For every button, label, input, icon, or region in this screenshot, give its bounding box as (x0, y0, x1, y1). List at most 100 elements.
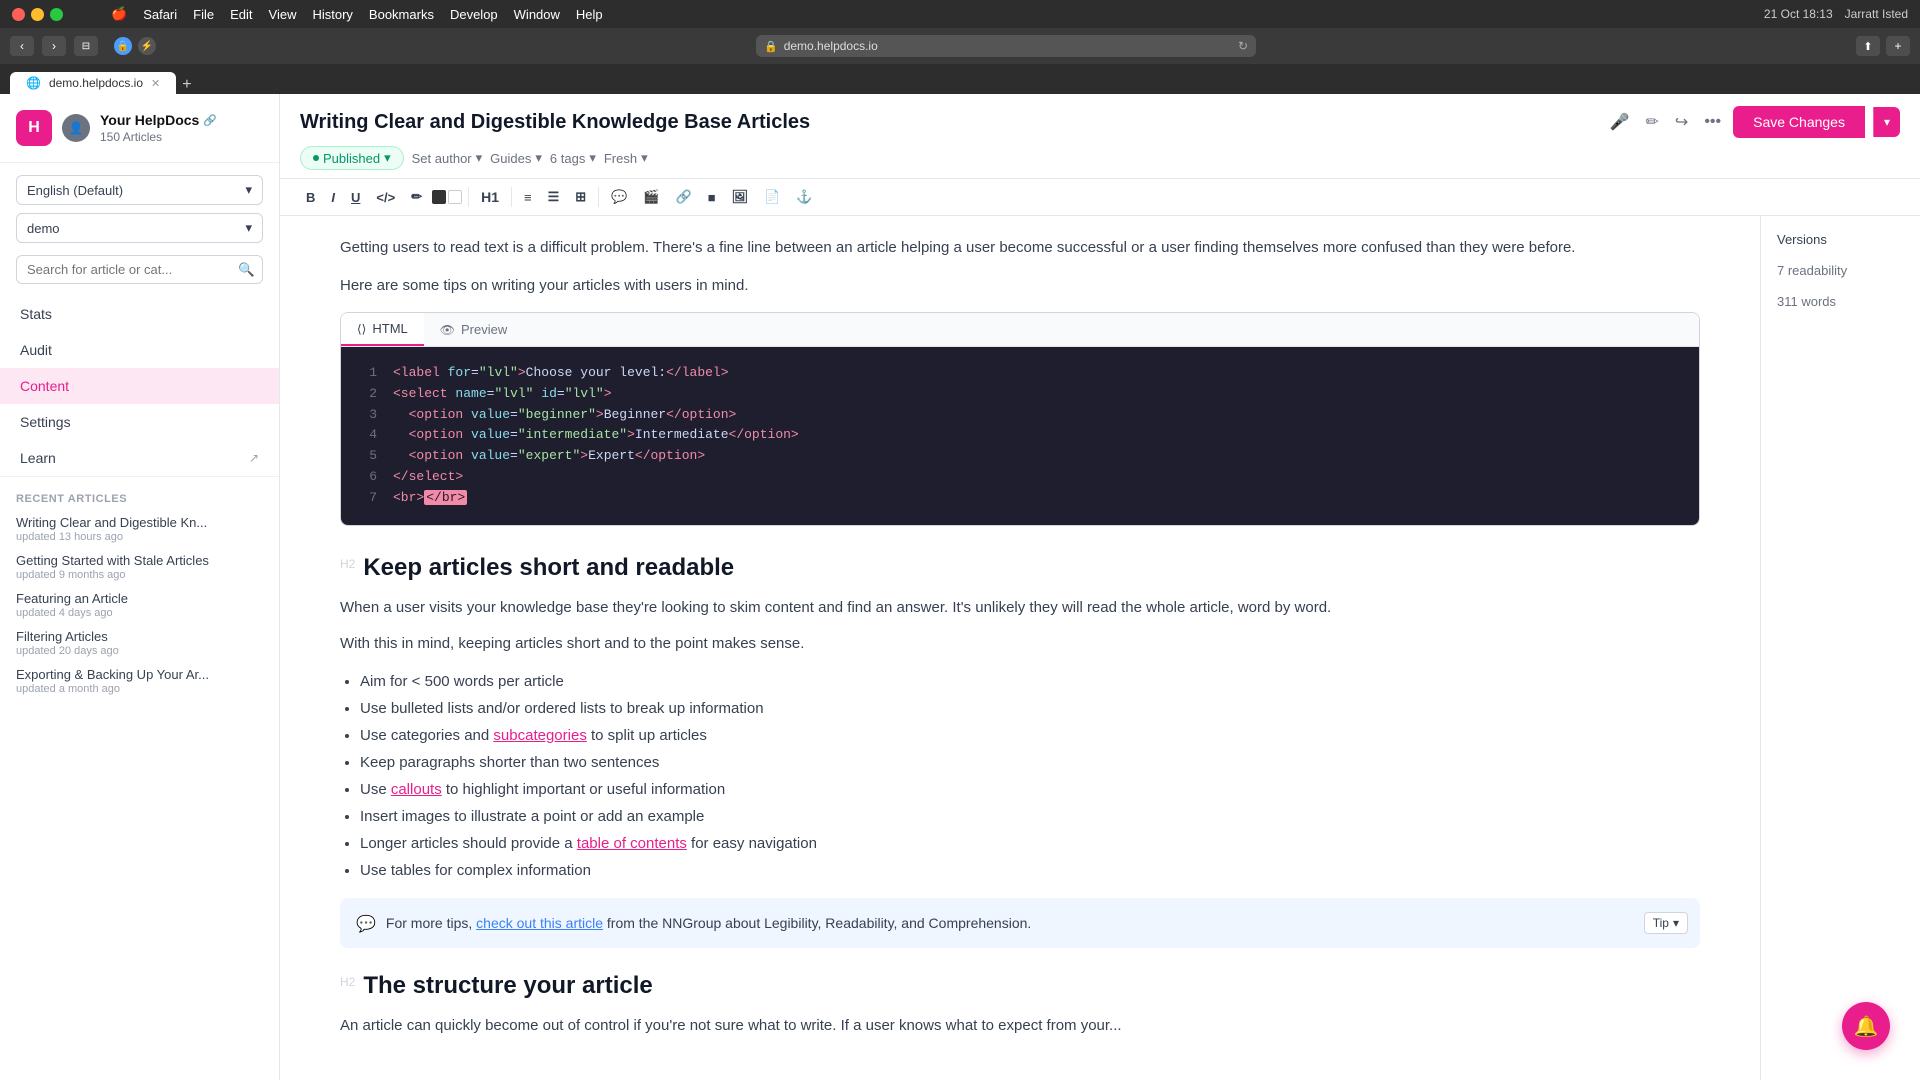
table-button[interactable]: ⊞ (569, 185, 592, 209)
article-title: Writing Clear and Digestible Knowledge B… (300, 111, 810, 134)
toolbar-divider (468, 187, 469, 207)
menu-bookmarks[interactable]: Bookmarks (369, 7, 434, 22)
menu-view[interactable]: View (269, 7, 297, 22)
menu-edit[interactable]: Edit (230, 7, 252, 22)
code-line: 4 <option value="intermediate">Intermedi… (357, 425, 1683, 446)
status-badge[interactable]: Published ▾ (300, 146, 404, 170)
list-item[interactable]: Featuring an Article updated 4 days ago (16, 591, 263, 619)
share-icon[interactable]: ↪ (1671, 108, 1692, 136)
bold-button[interactable]: B (300, 186, 321, 209)
sidebar-toggle[interactable]: ⊟ (74, 36, 98, 56)
sidebar-item-content[interactable]: Content (0, 368, 279, 404)
callout-button[interactable]: 💬 (605, 185, 633, 209)
list-item[interactable]: Writing Clear and Digestible Kn... updat… (16, 515, 263, 543)
microphone-icon[interactable]: 🎤 (1606, 108, 1634, 136)
color-picker[interactable] (432, 190, 462, 204)
heading-button[interactable]: H1 (475, 185, 505, 209)
new-tab-button[interactable]: + (1886, 36, 1910, 56)
browser-toolbar: ‹ › ⊟ 🔒 ⚡ 🔒 demo.helpdocs.io ↻ ⬆ + (0, 28, 1920, 64)
search-button[interactable]: 🔍 (238, 262, 255, 278)
forward-button[interactable]: › (42, 36, 66, 56)
link-button[interactable]: 🔗 (670, 185, 698, 209)
chevron-down-icon: ▾ (535, 150, 542, 166)
menu-apple[interactable]: 🍎 (111, 6, 127, 22)
browser-tab-active[interactable]: 🌐 demo.helpdocs.io ✕ (10, 72, 176, 94)
preview-tab[interactable]: 👁 Preview (424, 313, 523, 346)
editor-area[interactable]: Getting users to read text is a difficul… (280, 216, 1760, 1080)
menu-develop[interactable]: Develop (450, 7, 498, 22)
gallery-button[interactable]: 🖼 (726, 185, 755, 209)
sidebar-brand-info: Your HelpDocs 🔗 150 Articles (100, 112, 263, 144)
video-button[interactable]: 🎬 (637, 185, 665, 209)
save-changes-dropdown-button[interactable]: ▾ (1873, 107, 1900, 137)
sidebar-item-stats[interactable]: Stats (0, 296, 279, 332)
sidebar-item-learn[interactable]: Learn ↗ (0, 440, 279, 476)
menu-help[interactable]: Help (576, 7, 603, 22)
project-dropdown[interactable]: demo ▾ (16, 213, 263, 243)
back-button[interactable]: ‹ (10, 36, 34, 56)
new-tab-icon[interactable]: + (182, 76, 191, 94)
status-chevron-icon: ▾ (384, 150, 391, 166)
external-link-icon: 🔗 (203, 114, 217, 127)
ul-button[interactable]: ☰ (542, 185, 566, 209)
toolbar-divider (511, 187, 512, 207)
pen-icon[interactable]: ✏ (405, 185, 428, 209)
file-button[interactable]: 📄 (758, 185, 786, 209)
menu-safari[interactable]: Safari (143, 7, 177, 22)
list-item[interactable]: Filtering Articles updated 20 days ago (16, 629, 263, 657)
chevron-down-icon: ▾ (245, 182, 252, 198)
code-button[interactable]: </> (370, 186, 401, 209)
sidebar: H 👤 Your HelpDocs 🔗 150 Articles English… (0, 94, 280, 1080)
save-changes-button[interactable]: Save Changes (1733, 106, 1865, 138)
readability-section: 7 readability (1777, 263, 1904, 278)
right-panel: Versions 7 readability 311 words (1760, 216, 1920, 1080)
list-item[interactable]: Exporting & Backing Up Your Ar... update… (16, 667, 263, 695)
sidebar-item-settings[interactable]: Settings (0, 404, 279, 440)
menu-window[interactable]: Window (514, 7, 560, 22)
language-dropdown[interactable]: English (Default) ▾ (16, 175, 263, 205)
tab-close-icon[interactable]: ✕ (151, 77, 160, 90)
status-label: Published (323, 151, 380, 166)
search-input[interactable] (16, 255, 263, 284)
callout-type-button[interactable]: Tip ▾ (1644, 912, 1688, 934)
ol-button[interactable]: ≡ (518, 186, 538, 209)
chevron-down-icon: ▾ (1673, 916, 1679, 930)
fresh-button[interactable]: Fresh ▾ (604, 150, 648, 166)
external-icon: ↗ (249, 451, 259, 465)
callout-link[interactable]: check out this article (476, 915, 603, 931)
underline-button[interactable]: U (345, 186, 366, 209)
menu-file[interactable]: File (193, 7, 214, 22)
share-button[interactable]: ⬆ (1856, 36, 1880, 56)
fullscreen-button[interactable] (50, 8, 63, 21)
tab-favicon: 🌐 (26, 76, 41, 90)
chat-icon: 🔔 (1854, 1014, 1879, 1039)
list-item[interactable]: Getting Started with Stale Articles upda… (16, 553, 263, 581)
anchor-button[interactable]: ⚓ (790, 185, 818, 209)
toc-link[interactable]: table of contents (577, 835, 687, 852)
list-item: Longer articles should provide a table o… (360, 830, 1700, 857)
article-count: 150 Articles (100, 130, 263, 144)
versions-section: Versions (1777, 232, 1904, 247)
address-bar[interactable]: 🔒 demo.helpdocs.io ↻ (756, 35, 1256, 57)
list-item: Keep paragraphs shorter than two sentenc… (360, 749, 1700, 776)
italic-button[interactable]: I (325, 186, 341, 209)
more-icon[interactable]: ••• (1700, 109, 1725, 135)
sidebar-item-audit[interactable]: Audit (0, 332, 279, 368)
mac-menu: 🍎 Safari File Edit View History Bookmark… (111, 6, 603, 22)
guides-button[interactable]: Guides ▾ (490, 150, 542, 166)
tags-button[interactable]: 6 tags ▾ (550, 150, 596, 166)
subcategories-link[interactable]: subcategories (493, 727, 586, 744)
editor-toolbar: B I U </> ✏ H1 ≡ ☰ ⊞ 💬 🎬 🔗 ■ 🖼 📄 ⚓ (280, 179, 1920, 216)
html-tab[interactable]: ⟨⟩ HTML (341, 313, 424, 346)
image-button[interactable]: ■ (702, 186, 722, 209)
callout-text: For more tips, check out this article fr… (386, 912, 1684, 934)
chevron-down-icon: ▾ (589, 150, 596, 166)
close-button[interactable] (12, 8, 25, 21)
set-author-button[interactable]: Set author ▾ (412, 150, 483, 166)
minimize-button[interactable] (31, 8, 44, 21)
section1-para1: When a user visits your knowledge base t… (340, 596, 1700, 620)
callouts-link[interactable]: callouts (391, 781, 442, 798)
menu-history[interactable]: History (312, 7, 352, 22)
edit-icon[interactable]: ✏ (1642, 108, 1663, 136)
chat-bubble[interactable]: 🔔 (1842, 1002, 1890, 1050)
